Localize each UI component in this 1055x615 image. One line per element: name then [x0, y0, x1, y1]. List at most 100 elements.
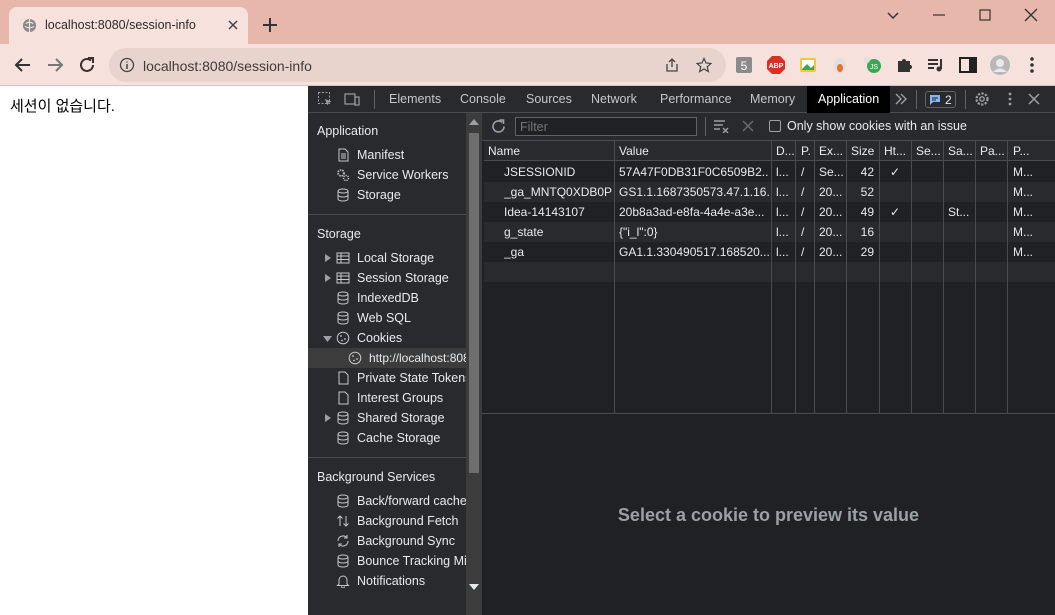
- column-header-size[interactable]: Size: [851, 144, 879, 158]
- sidebar-item-background-fetch[interactable]: Background Fetch: [308, 511, 466, 531]
- new-tab-icon[interactable]: [261, 16, 279, 34]
- close-window-icon[interactable]: [1022, 6, 1040, 24]
- html5-extension-icon[interactable]: 5: [734, 55, 754, 75]
- column-header-httponly[interactable]: Ht...: [884, 144, 910, 158]
- tab-memory[interactable]: Memory: [750, 86, 795, 113]
- tab-search-icon[interactable]: [884, 6, 902, 24]
- address-bar[interactable]: localhost:8080/session-info: [109, 48, 726, 82]
- expand-arrow-icon[interactable]: [324, 274, 332, 282]
- tab-network[interactable]: Network: [591, 86, 637, 113]
- image-extension-icon[interactable]: [798, 55, 818, 75]
- inspect-element-icon[interactable]: [317, 91, 333, 107]
- profile-avatar-icon[interactable]: [990, 55, 1010, 75]
- sidebar-item-interest-groups[interactable]: Interest Groups: [308, 388, 466, 408]
- sidebar-item-cookies[interactable]: Cookies: [308, 328, 466, 348]
- sidebar-item-web-sql[interactable]: Web SQL: [308, 308, 466, 328]
- forward-icon[interactable]: [44, 54, 66, 76]
- extension-icon[interactable]: [830, 55, 850, 75]
- more-tabs-chevron-icon[interactable]: [893, 91, 909, 107]
- sidebar-item-cookie-origin[interactable]: http://localhost:8080: [308, 348, 466, 368]
- refresh-icon[interactable]: [490, 118, 507, 135]
- back-icon[interactable]: [12, 54, 34, 76]
- table-row[interactable]: g_state {"i_l":0} l... / 20... 16 M...: [484, 222, 1055, 242]
- sidebar-item-bfcache[interactable]: Back/forward cache: [308, 491, 466, 511]
- maximize-icon[interactable]: [976, 6, 994, 24]
- js-extension-icon[interactable]: JS: [862, 55, 882, 75]
- sidebar-item-session-storage[interactable]: Session Storage: [308, 268, 466, 288]
- column-header-secure[interactable]: Se...: [916, 144, 942, 158]
- sidebar-item-bounce-tracking[interactable]: Bounce Tracking Mitigations: [308, 551, 466, 571]
- only-issues-checkbox[interactable]: [769, 120, 781, 132]
- sidebar-item-private-state-tokens[interactable]: Private State Tokens: [308, 368, 466, 388]
- column-header-samesite[interactable]: Sa...: [948, 144, 974, 158]
- reload-icon[interactable]: [76, 54, 98, 76]
- url-text[interactable]: localhost:8080/session-info: [143, 58, 312, 74]
- table-row[interactable]: Idea-14143107 20b8a3ad-e8fa-4a4e-a3e... l.…: [484, 202, 1055, 222]
- issues-count: 2: [945, 93, 952, 107]
- column-header-name[interactable]: Name: [488, 144, 612, 158]
- cell-size: 42: [860, 165, 874, 179]
- sidebar-item-cache-storage[interactable]: Cache Storage: [308, 428, 466, 448]
- only-issues-label: Only show cookies with an issue: [787, 119, 967, 133]
- media-control-icon[interactable]: [926, 55, 946, 75]
- close-devtools-icon[interactable]: [1026, 91, 1042, 107]
- device-toolbar-icon[interactable]: [344, 91, 360, 107]
- adblock-extension-icon[interactable]: ABP: [766, 55, 786, 75]
- table-row[interactable]: _ga_MNTQ0XDB0P GS1.1.1687350573.47.1.16..…: [484, 182, 1055, 202]
- sidebar-item-storage[interactable]: Storage: [308, 185, 466, 205]
- column-header-partition-key[interactable]: Pa...: [980, 144, 1006, 158]
- table-row[interactable]: [484, 262, 1055, 282]
- sidebar-item-notifications[interactable]: Notifications: [308, 571, 466, 591]
- sidebar-item-shared-storage[interactable]: Shared Storage: [308, 408, 466, 428]
- cookie-filter-input[interactable]: [515, 117, 697, 136]
- sidebar-item-local-storage[interactable]: Local Storage: [308, 248, 466, 268]
- tab-elements[interactable]: Elements: [389, 86, 441, 113]
- column-header-expires[interactable]: Ex...: [819, 144, 847, 158]
- column-header-domain[interactable]: D...: [776, 144, 796, 158]
- sidebar-divider: [308, 214, 466, 215]
- browser-tab[interactable]: localhost:8080/session-info: [9, 7, 248, 44]
- tab-console[interactable]: Console: [460, 86, 506, 113]
- site-info-icon[interactable]: [119, 57, 135, 73]
- tab-sources[interactable]: Sources: [526, 86, 572, 113]
- column-header-value[interactable]: Value: [619, 144, 769, 158]
- expand-arrow-icon[interactable]: [324, 254, 332, 262]
- close-tab-icon[interactable]: [226, 18, 240, 32]
- scrollbar-thumb[interactable]: [469, 133, 479, 473]
- table-row[interactable]: _ga GA1.1.330490517.168520... l... / 20... 29…: [484, 242, 1055, 262]
- tab-performance[interactable]: Performance: [660, 86, 732, 113]
- scroll-down-arrow-icon[interactable]: [469, 583, 479, 591]
- bookmark-star-icon[interactable]: [696, 57, 712, 73]
- column-header-path[interactable]: P.: [801, 144, 815, 158]
- cell-priority: M...: [1013, 185, 1033, 199]
- database-icon: [337, 494, 349, 508]
- svg-text:JS: JS: [870, 64, 879, 71]
- clear-all-cookies-icon[interactable]: [713, 119, 729, 133]
- delete-selected-icon[interactable]: [742, 120, 754, 132]
- settings-gear-icon[interactable]: [974, 91, 990, 107]
- devtools-menu-icon[interactable]: [1002, 91, 1018, 107]
- table-row[interactable]: JSESSIONID 57A47F0DB31F0C6509B2... l... / Se…: [484, 162, 1055, 182]
- puzzle-icon[interactable]: [894, 55, 914, 75]
- database-icon: [337, 554, 349, 568]
- tab-application[interactable]: Application: [807, 86, 891, 113]
- sidebar-item-indexeddb[interactable]: IndexedDB: [308, 288, 466, 308]
- database-icon: [337, 188, 349, 202]
- application-sidebar: Application Manifest Service Workers Sto…: [308, 113, 466, 615]
- issues-badge[interactable]: 2: [925, 91, 956, 108]
- document-icon: [338, 391, 349, 405]
- expand-arrow-icon[interactable]: [324, 414, 332, 422]
- scroll-up-arrow-icon[interactable]: [469, 118, 479, 126]
- column-header-priority[interactable]: P...: [1013, 144, 1039, 158]
- collapse-arrow-icon[interactable]: [323, 335, 332, 343]
- menu-kebab-icon[interactable]: [1022, 55, 1042, 75]
- side-panel-icon[interactable]: [958, 55, 978, 75]
- sidebar-item-background-sync[interactable]: Background Sync: [308, 531, 466, 551]
- cell-size: 52: [860, 185, 874, 199]
- sidebar-label: Service Workers: [357, 168, 449, 182]
- minimize-icon[interactable]: [930, 6, 948, 24]
- share-icon[interactable]: [664, 57, 680, 73]
- sidebar-item-manifest[interactable]: Manifest: [308, 145, 466, 165]
- sidebar-vertical-scrollbar[interactable]: [466, 113, 482, 615]
- sidebar-item-service-workers[interactable]: Service Workers: [308, 165, 466, 185]
